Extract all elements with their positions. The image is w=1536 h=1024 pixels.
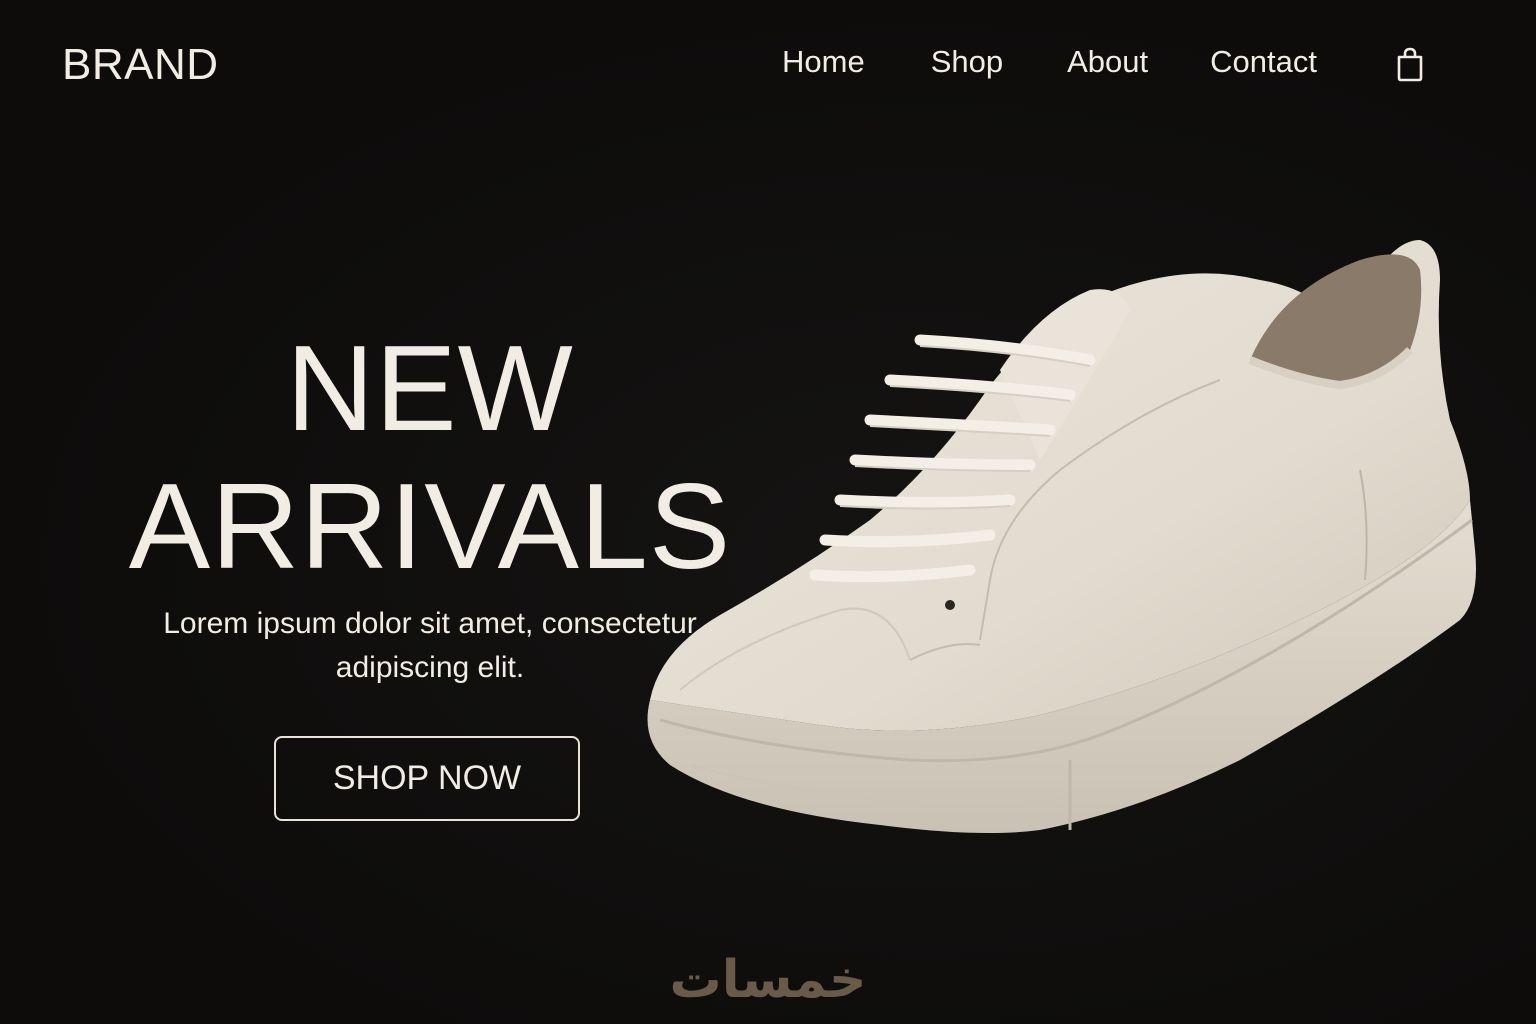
landing-page: BRAND Home Shop About Contact NEW ARRIVA…	[0, 0, 1536, 1024]
shopping-bag-icon[interactable]	[1394, 46, 1426, 82]
nav-about[interactable]: About	[1067, 44, 1148, 80]
nav-home[interactable]: Home	[782, 44, 865, 80]
main-nav: Home Shop About Contact	[782, 44, 1383, 80]
nav-shop[interactable]: Shop	[931, 44, 1003, 80]
brand-logo[interactable]: BRAND	[62, 40, 219, 90]
watermark-logo: خمسات	[669, 950, 867, 1010]
sneaker-image	[647, 240, 1476, 834]
nav-contact[interactable]: Contact	[1210, 44, 1317, 80]
shop-now-button[interactable]: SHOP NOW	[274, 736, 580, 821]
